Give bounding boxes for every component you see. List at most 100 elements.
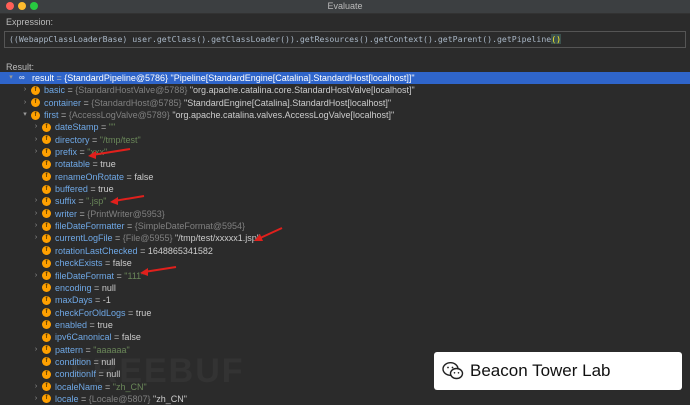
tree-row[interactable]: › f fileDateFormatter = {SimpleDateFormat@…	[0, 220, 690, 232]
field-icon: f	[42, 345, 51, 355]
tree-row[interactable]: f encoding = null	[0, 282, 690, 294]
tree-k: first	[44, 110, 59, 121]
tree-k: dateStamp	[55, 122, 99, 133]
tree-k: ipv6Canonical	[55, 332, 112, 343]
field-icon: f	[31, 98, 40, 108]
tree-row[interactable]: › f suffix = ".jsp"	[0, 195, 690, 207]
tree-k: writer	[55, 208, 77, 219]
tree-row[interactable]: › f currentLogFile = {File@5955} "/tmp/tes…	[0, 232, 690, 244]
tree-k: container	[44, 97, 82, 108]
title-bar: Evaluate	[0, 0, 690, 14]
expand-right-icon[interactable]: ›	[32, 195, 40, 207]
annotation-arrow-prefix	[88, 148, 131, 159]
tree-t: {StandardPipeline@5786}	[64, 73, 169, 83]
tree-s: "/tmp/test"	[99, 134, 141, 145]
expand-right-icon[interactable]: ›	[32, 220, 40, 232]
expand-down-icon[interactable]: ▾	[21, 109, 29, 121]
tree-row[interactable]: › f writer = {PrintWriter@5953}	[0, 208, 690, 220]
field-icon: f	[42, 283, 51, 293]
field-icon: f	[42, 258, 51, 268]
window-title: Evaluate	[327, 1, 363, 11]
tree-v: false	[121, 332, 141, 343]
tree-t: {StandardHostValve@5788}	[75, 85, 188, 96]
tree-t: {PrintWriter@5953}	[87, 208, 165, 219]
annotation-arrow-logfile	[254, 227, 283, 241]
tree-row[interactable]: › f fileDateFormat = "111"	[0, 270, 690, 282]
tree-k: renameOnRotate	[55, 171, 125, 182]
tree-row[interactable]: f checkExists = false	[0, 257, 690, 269]
tree-eq: =	[54, 73, 65, 83]
tree-e: =	[75, 196, 87, 207]
expand-right-icon[interactable]: ›	[32, 381, 40, 393]
tree-row[interactable]: f renameOnRotate = false	[0, 171, 690, 183]
tree-k: maxDays	[55, 295, 93, 306]
tree-row[interactable]: f ipv6Canonical = false	[0, 331, 690, 343]
wechat-icon	[442, 361, 464, 380]
tree-row[interactable]: f checkForOldLogs = true	[0, 307, 690, 319]
tree-e: =	[111, 332, 122, 343]
result-label: Result:	[6, 62, 35, 72]
tree-row[interactable]: f rotationLastChecked = 1648865341582	[0, 245, 690, 257]
tree-e: =	[77, 208, 88, 219]
tree-k: fileDateFormat	[55, 270, 115, 281]
tree-row[interactable]: ▾ ∞ result = {StandardPipeline@5786} "Pipe…	[0, 72, 690, 85]
tree-k: checkForOldLogs	[55, 307, 126, 318]
expression-input[interactable]: ((WebappClassLoaderBase) user.getClass()…	[4, 31, 686, 48]
tree-k: currentLogFile	[55, 233, 113, 244]
tree-row[interactable]: ▾ f first = {AccessLogValve@5789} "org.apa…	[0, 109, 690, 121]
expand-right-icon[interactable]: ›	[32, 270, 40, 282]
tree-row[interactable]: f enabled = true	[0, 319, 690, 331]
expand-right-icon[interactable]: ›	[32, 344, 40, 356]
field-icon: f	[42, 172, 51, 182]
tree-k: pattern	[55, 344, 84, 355]
expand-right-icon[interactable]: ›	[21, 97, 29, 109]
expand-down-icon[interactable]: ▾	[7, 72, 15, 84]
tree-k: checkExists	[55, 258, 103, 269]
tree-row[interactable]: f rotatable = true	[0, 158, 690, 170]
tree-row[interactable]: › f directory = "/tmp/test"	[0, 134, 690, 146]
field-icon: f	[42, 122, 51, 132]
tree-k: localeName	[55, 381, 103, 392]
tree-t: {Locale@5807}	[88, 393, 151, 404]
field-icon: f	[42, 295, 51, 305]
expand-right-icon[interactable]: ›	[32, 393, 40, 405]
tree-k: result	[32, 73, 55, 83]
tree-e: =	[102, 381, 113, 392]
tree-row[interactable]: › f locale = {Locale@5807} "zh_CN"	[0, 393, 690, 405]
tree-v: false	[134, 171, 154, 182]
tree-k: rotatable	[55, 159, 91, 170]
tree-e: =	[137, 245, 148, 256]
tree-row[interactable]: › f dateStamp = ""	[0, 121, 690, 133]
annotation-arrow-dateformat	[140, 266, 177, 276]
tree-e: =	[87, 184, 99, 195]
expression-paren: ()	[551, 34, 562, 44]
field-icon: f	[42, 369, 51, 379]
expand-right-icon[interactable]: ›	[32, 134, 40, 146]
expand-right-icon[interactable]: ›	[32, 146, 40, 158]
tree-row[interactable]: f maxDays = -1	[0, 294, 690, 306]
tree-e: =	[78, 393, 89, 404]
tree-row[interactable]: f buffered = true	[0, 183, 690, 195]
expand-right-icon[interactable]: ›	[32, 208, 40, 220]
tree-row[interactable]: › f basic = {StandardHostValve@5788} "org.…	[0, 84, 690, 96]
watch-icon: ∞	[19, 73, 25, 82]
tree-t: {StandardHost@5785}	[91, 97, 182, 108]
expand-right-icon[interactable]: ›	[32, 121, 40, 133]
expression-label: Expression:	[6, 17, 54, 27]
tree-v: "org.apache.catalina.core.StandardHostVa…	[189, 85, 415, 96]
expression-text: ((WebappClassLoaderBase) user.getClass()…	[9, 34, 552, 44]
field-icon: f	[42, 184, 51, 194]
tree-k: basic	[44, 85, 66, 96]
tree-e: =	[90, 159, 101, 170]
field-icon: f	[42, 382, 51, 392]
expand-right-icon[interactable]: ›	[32, 232, 40, 244]
field-icon: f	[42, 159, 51, 169]
field-icon: f	[42, 308, 51, 318]
expand-right-icon[interactable]: ›	[21, 84, 29, 96]
tree-eq: =	[81, 97, 92, 108]
tree-v: true	[97, 319, 113, 330]
tree-v: "StandardEngine[Catalina].StandardHost[l…	[184, 97, 392, 108]
tree-e: =	[98, 122, 109, 133]
tree-e: =	[87, 319, 98, 330]
tree-row[interactable]: › f container = {StandardHost@5785} "Stand…	[0, 97, 690, 109]
